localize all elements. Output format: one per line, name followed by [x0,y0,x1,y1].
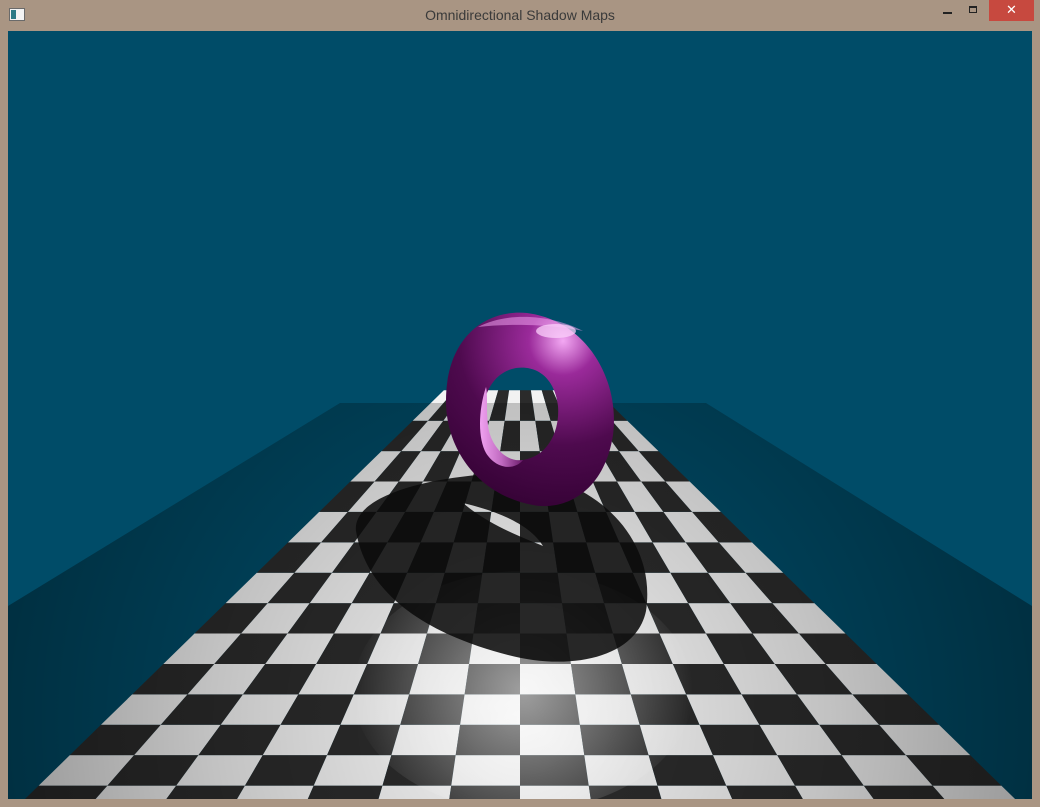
close-button[interactable]: ✕ [989,0,1034,21]
torus-specular [536,324,576,338]
minimize-button[interactable] [934,0,961,21]
render-viewport[interactable] [8,31,1032,799]
maximize-icon [969,6,977,13]
scene-canvas [8,312,1032,799]
application-window: Omnidirectional Shadow Maps ✕ [0,0,1040,807]
title-bar[interactable]: Omnidirectional Shadow Maps ✕ [0,0,1040,31]
close-icon: ✕ [1006,3,1017,18]
minimize-icon [943,12,952,14]
maximize-button[interactable] [961,0,987,21]
window-title: Omnidirectional Shadow Maps [425,7,615,23]
